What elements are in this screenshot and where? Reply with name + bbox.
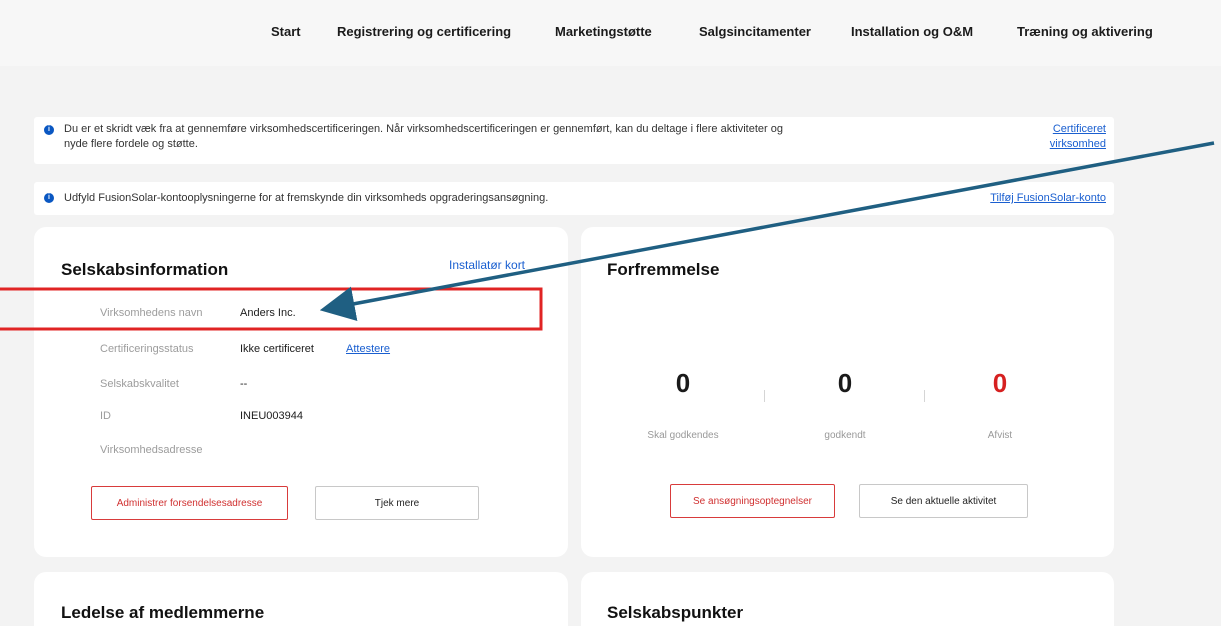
rejected-count: 0 bbox=[992, 368, 1008, 398]
promotion-title: Forfremmelse bbox=[607, 260, 720, 279]
nav-installation-om[interactable]: Installation og O&M bbox=[851, 24, 973, 39]
company-points-title: Selskabspunkter bbox=[607, 603, 744, 622]
manage-shipping-address-button[interactable]: Administrer forsendelsesadresse bbox=[91, 486, 288, 520]
add-fusionsolar-account-link[interactable]: Tilføj FusionSolar-konto bbox=[990, 191, 1106, 206]
member-management-title: Ledelse af medlemmerne bbox=[61, 603, 265, 622]
id-value: INEU003944 bbox=[240, 410, 303, 422]
certification-status-label: Certificeringsstatus bbox=[100, 343, 194, 355]
certified-company-link[interactable]: Certificeret virksomhed bbox=[1050, 122, 1106, 152]
company-name-value: Anders Inc. bbox=[240, 307, 296, 319]
company-address-label: Virksomhedsadresse bbox=[100, 444, 203, 456]
top-navigation: Start Registrering og certificering Mark… bbox=[0, 0, 1221, 66]
link-line[interactable]: Certificeret bbox=[1050, 122, 1106, 137]
company-points-card: Selskabspunkter bbox=[581, 572, 1114, 626]
attest-link[interactable]: Attestere bbox=[346, 343, 390, 355]
approved-count: 0 bbox=[837, 368, 853, 398]
link-line[interactable]: virksomhed bbox=[1050, 137, 1106, 152]
member-management-card: Ledelse af medlemmerne bbox=[34, 572, 568, 626]
info-icon: i bbox=[44, 125, 54, 135]
id-label: ID bbox=[100, 410, 111, 422]
alert-line: Du er et skridt væk fra at gennemføre vi… bbox=[64, 123, 783, 135]
check-more-button[interactable]: Tjek mere bbox=[315, 486, 479, 520]
divider bbox=[924, 390, 925, 402]
nav-start[interactable]: Start bbox=[271, 24, 301, 39]
view-application-records-button[interactable]: Se ansøgningsoptegnelser bbox=[670, 484, 835, 518]
nav-registration-certification[interactable]: Registrering og certificering bbox=[337, 24, 511, 39]
certification-alert: i Du er et skridt væk fra at gennemføre … bbox=[34, 117, 1114, 164]
company-quality-value: -- bbox=[240, 378, 248, 390]
company-quality-label: Selskabskvalitet bbox=[100, 378, 179, 390]
nav-training-activation[interactable]: Træning og aktivering bbox=[1017, 24, 1153, 39]
nav-sales-incentives[interactable]: Salgsincitamenter bbox=[699, 24, 811, 39]
pending-label: Skal godkendes bbox=[647, 430, 719, 441]
certification-alert-message: Du er et skridt væk fra at gennemføre vi… bbox=[64, 122, 783, 152]
divider bbox=[764, 390, 765, 402]
fusionsolar-alert-message: Udfyld FusionSolar-kontooplysningerne fo… bbox=[64, 192, 549, 204]
certification-status-value: Ikke certificeret bbox=[240, 343, 314, 355]
company-info-card: Selskabsinformation Installatør kort Vir… bbox=[34, 227, 568, 557]
info-icon: i bbox=[44, 193, 54, 203]
fusionsolar-alert: i Udfyld FusionSolar-kontooplysningerne … bbox=[34, 182, 1114, 215]
view-current-activity-button[interactable]: Se den aktuelle aktivitet bbox=[859, 484, 1028, 518]
company-info-title: Selskabsinformation bbox=[61, 260, 229, 279]
alert-line: nyde flere fordele og støtte. bbox=[64, 138, 198, 150]
promotion-card: Forfremmelse 0 0 0 Skal godkendes godken… bbox=[581, 227, 1114, 557]
pending-count: 0 bbox=[675, 368, 691, 398]
installer-card-link[interactable]: Installatør kort bbox=[449, 258, 525, 272]
company-name-label: Virksomhedens navn bbox=[100, 307, 203, 319]
nav-marketing-support[interactable]: Marketingstøtte bbox=[555, 24, 652, 39]
approved-label: godkendt bbox=[824, 430, 866, 441]
rejected-label: Afvist bbox=[987, 430, 1013, 441]
